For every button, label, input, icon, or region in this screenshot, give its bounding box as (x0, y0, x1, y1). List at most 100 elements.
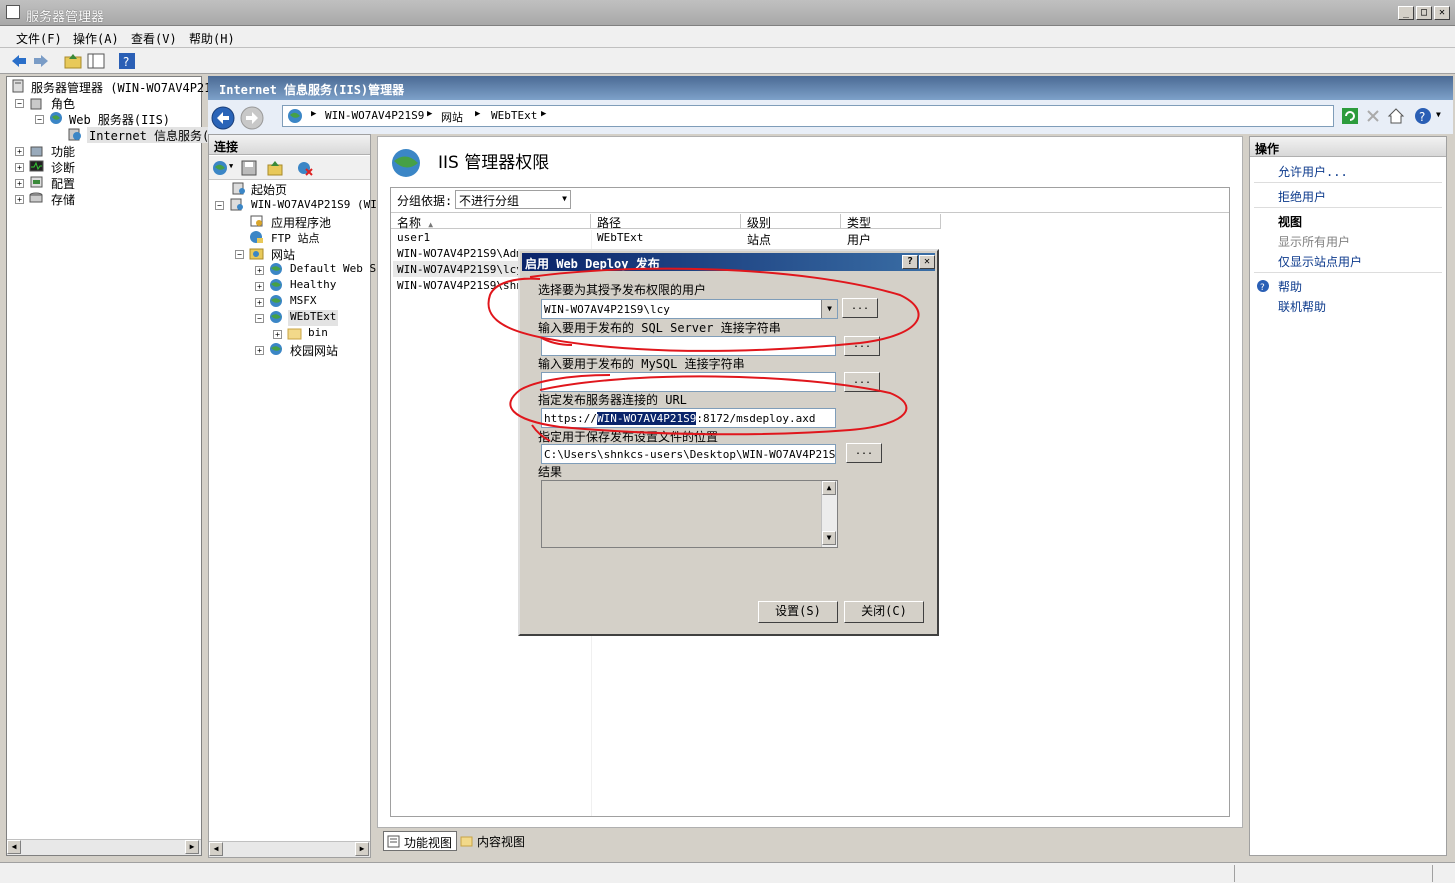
globe-icon (270, 311, 282, 323)
minimize-button[interactable]: _ (1398, 6, 1414, 20)
url-input[interactable]: https://WIN-WO7AV4P21S9:8172/msdeploy.ax… (541, 408, 836, 428)
collapse-roles[interactable]: − (15, 99, 24, 108)
expand-configuration[interactable]: + (15, 179, 24, 188)
nav-back-icon[interactable] (211, 106, 235, 130)
disconnect-icon[interactable] (297, 160, 313, 176)
chevron-down-icon[interactable]: ▼ (821, 300, 837, 318)
mysql-connection-input[interactable] (541, 372, 836, 392)
refresh-icon[interactable] (1341, 107, 1359, 125)
up-folder-icon[interactable] (64, 52, 82, 70)
expand-bin[interactable]: + (273, 330, 282, 339)
chevron-down-icon[interactable]: ▼ (1436, 110, 1441, 119)
collapse-server[interactable]: − (215, 201, 224, 210)
result-textarea[interactable]: ▲ ▼ (541, 480, 838, 548)
conn-site-campus[interactable]: 校园网站 (290, 342, 338, 358)
close-dialog-button[interactable]: 关闭(C) (844, 601, 924, 623)
chevron-down-icon[interactable]: ▼ (562, 194, 567, 203)
column-type[interactable]: 类型 (841, 214, 941, 230)
dialog-help-button[interactable]: ? (902, 255, 918, 269)
address-bar[interactable]: ▶ WIN-WO7AV4P21S9 ▶ 网站 ▶ WEbTExt ▶ (282, 105, 1334, 127)
conn-sites[interactable]: 网站 (271, 246, 295, 262)
collapse-sites[interactable]: − (235, 250, 244, 259)
breadcrumb-server[interactable]: WIN-WO7AV4P21S9 (325, 109, 424, 122)
collapse-web-server[interactable]: − (35, 115, 44, 124)
connections-hscroll[interactable]: ◀ ▶ (209, 841, 370, 857)
back-arrow-icon[interactable] (10, 52, 28, 70)
column-name[interactable]: 名称 ▲ (391, 214, 591, 230)
expand-msfx[interactable]: + (255, 298, 264, 307)
action-allow-user[interactable]: 允许用户... (1278, 163, 1348, 180)
expand-diagnostics[interactable]: + (15, 163, 24, 172)
expand-features[interactable]: + (15, 147, 24, 156)
result-vscroll[interactable]: ▲ ▼ (821, 481, 837, 547)
help-dropdown-icon[interactable]: ? (1414, 107, 1432, 125)
scroll-up-arrow[interactable]: ▲ (822, 481, 836, 495)
iis-header-title: Internet 信息服务(IIS)管理器 (219, 83, 405, 97)
user-browse-button[interactable]: ... (842, 298, 878, 318)
conn-ftp-sites[interactable]: FTP 站点 (271, 230, 320, 246)
scroll-right-arrow[interactable]: ▶ (185, 840, 199, 854)
action-online-help[interactable]: 联机帮助 (1278, 298, 1326, 315)
path-input[interactable]: C:\Users\shnkcs-users\Desktop\WIN-WO7AV4… (541, 444, 836, 464)
tree-item-web-server[interactable]: Web 服务器(IIS) (69, 111, 170, 127)
conn-app-pools[interactable]: 应用程序池 (271, 214, 331, 230)
menu-action[interactable]: 操作(A) (73, 30, 119, 47)
conn-folder-bin[interactable]: bin (308, 326, 328, 342)
maximize-button[interactable]: □ (1416, 6, 1432, 20)
conn-server[interactable]: WIN-WO7AV4P21S9 (WIN (251, 198, 383, 214)
group-by-select[interactable]: 不进行分组 ▼ (455, 190, 571, 209)
menu-file[interactable]: 文件(F) (16, 30, 62, 47)
collapse-webtext[interactable]: − (255, 314, 264, 323)
sql-connection-input[interactable] (541, 336, 836, 356)
stop-icon[interactable] (1364, 107, 1382, 125)
tab-content-view[interactable]: 内容视图 (457, 831, 529, 851)
action-deny-user[interactable]: 拒绝用户 (1278, 188, 1326, 205)
tree-item-iis-manager[interactable]: Internet 信息服务( (87, 127, 212, 143)
setup-button[interactable]: 设置(S) (758, 601, 838, 623)
up-folder-icon[interactable] (267, 160, 283, 176)
action-help[interactable]: 帮助 (1278, 278, 1302, 295)
expand-storage[interactable]: + (15, 195, 24, 204)
mysql-browse-button[interactable]: ... (844, 372, 880, 392)
user-select[interactable]: WIN-WO7AV4P21S9\lcy ▼ (541, 299, 838, 319)
tree-item-storage[interactable]: 存储 (51, 191, 75, 207)
tree-item-roles[interactable]: 角色 (51, 95, 75, 111)
column-path[interactable]: 路径 (591, 214, 741, 230)
column-level[interactable]: 级别 (741, 214, 841, 230)
expand-default-site[interactable]: + (255, 266, 264, 275)
conn-site-msfx[interactable]: MSFX (290, 294, 317, 310)
connect-icon[interactable] (212, 160, 228, 176)
expand-campus-site[interactable]: + (255, 346, 264, 355)
save-icon[interactable] (241, 160, 257, 176)
scroll-down-arrow[interactable]: ▼ (822, 531, 836, 545)
expand-healthy[interactable]: + (255, 282, 264, 291)
tree-item-configuration[interactable]: 配置 (51, 175, 75, 191)
help-icon[interactable]: ? (118, 52, 136, 70)
breadcrumb-site[interactable]: WEbTExt (491, 109, 537, 122)
tab-features-view[interactable]: 功能视图 (383, 831, 458, 851)
nav-forward-icon[interactable] (240, 106, 264, 130)
breadcrumb-sites[interactable]: 网站 (441, 109, 463, 125)
scroll-left-arrow[interactable]: ◀ (209, 842, 223, 856)
scroll-right-arrow[interactable]: ▶ (355, 842, 369, 856)
chevron-down-icon[interactable]: ▼ (229, 162, 233, 170)
sql-browse-button[interactable]: ... (844, 336, 880, 356)
conn-site-healthy[interactable]: Healthy (290, 278, 336, 294)
menu-help[interactable]: 帮助(H) (189, 30, 235, 47)
tree-item-diagnostics[interactable]: 诊断 (51, 159, 75, 175)
tree-item-features[interactable]: 功能 (51, 143, 75, 159)
left-tree-hscroll[interactable]: ◀ ▶ (7, 839, 201, 855)
close-button[interactable]: ✕ (1434, 6, 1450, 20)
dialog-close-button[interactable]: ✕ (919, 255, 935, 269)
conn-site-default[interactable]: Default Web S: (290, 262, 383, 278)
action-site-users-only[interactable]: 仅显示站点用户 (1278, 253, 1362, 270)
path-browse-button[interactable]: ... (846, 443, 882, 463)
conn-site-webtext[interactable]: WEbTExt (288, 310, 339, 326)
home-icon[interactable] (1387, 107, 1405, 125)
show-hide-console-tree-icon[interactable] (87, 52, 105, 70)
conn-start-page[interactable]: 起始页 (251, 181, 287, 197)
forward-arrow-icon[interactable] (32, 52, 50, 70)
scroll-left-arrow[interactable]: ◀ (7, 840, 21, 854)
tree-root[interactable]: 服务器管理器 (WIN-WO7AV4P21S (31, 79, 219, 95)
menu-view[interactable]: 查看(V) (131, 30, 177, 47)
